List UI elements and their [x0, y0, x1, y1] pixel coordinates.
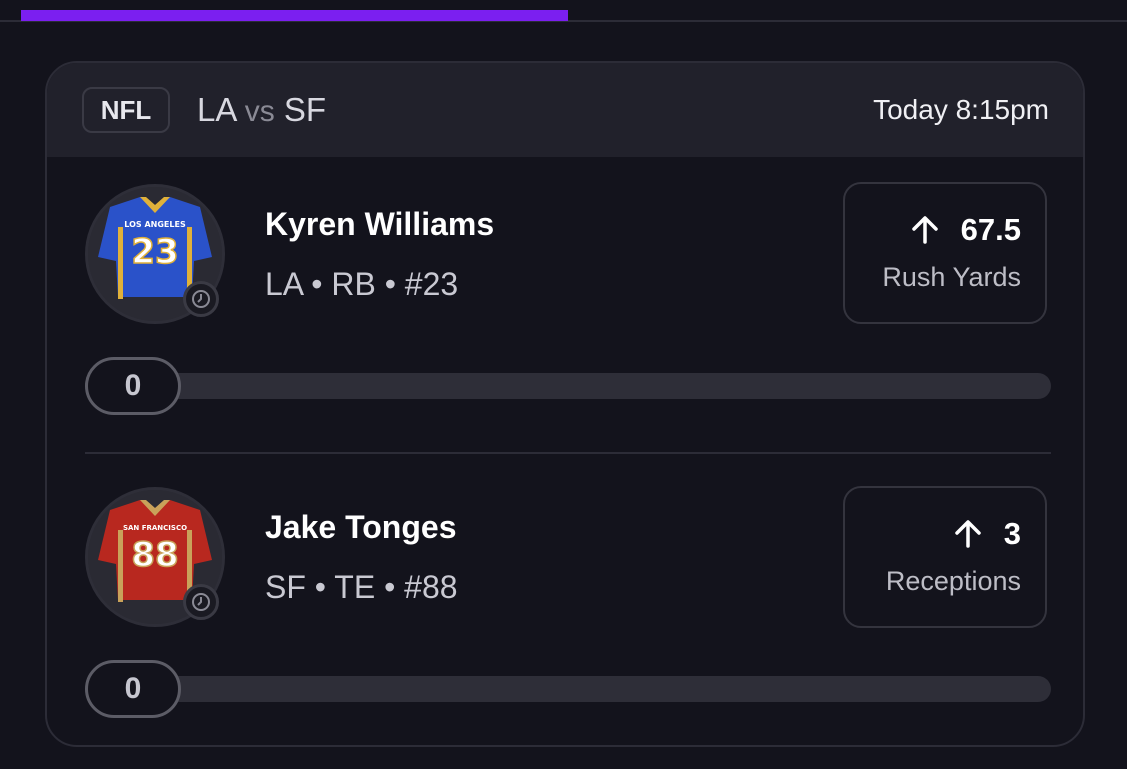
- prop-box[interactable]: 3 Receptions: [843, 486, 1047, 628]
- divider: [85, 452, 1051, 454]
- stat-progress-track: 0: [85, 660, 1051, 718]
- arrow-up-icon: [955, 520, 981, 548]
- arrow-up-icon: [911, 216, 938, 244]
- card-header: NFL LA vs SF Today 8:15pm: [47, 63, 1083, 157]
- vs-label: vs: [244, 95, 275, 128]
- prop-line: 67.5: [909, 212, 1021, 248]
- player-meta: SF • TE • #88: [265, 569, 458, 605]
- prop-line-value: 3: [1003, 516, 1021, 551]
- game-card[interactable]: NFL LA vs SF Today 8:15pm LOS ANGELES 23…: [45, 61, 1085, 747]
- svg-text:88: 88: [131, 535, 178, 575]
- clock-icon: [183, 584, 219, 620]
- prop-line-value: 67.5: [960, 212, 1021, 247]
- svg-text:LOS ANGELES: LOS ANGELES: [124, 220, 186, 229]
- away-team: LA: [197, 91, 236, 128]
- prop-stat: Rush Yards: [882, 262, 1021, 292]
- current-value-pill: 0: [85, 357, 181, 415]
- prop-box[interactable]: 67.5 Rush Yards: [843, 182, 1047, 324]
- prop-line: 3: [952, 516, 1021, 552]
- clock-icon: [183, 281, 219, 317]
- game-time: Today 8:15pm: [873, 94, 1049, 125]
- prop-stat: Receptions: [885, 566, 1021, 596]
- matchup: LA vs SF: [197, 91, 326, 129]
- svg-text:SAN FRANCISCO: SAN FRANCISCO: [123, 524, 187, 532]
- top-progress-fill: [21, 10, 568, 21]
- current-value-pill: 0: [85, 660, 181, 718]
- league-badge: NFL: [82, 87, 170, 133]
- stat-progress-track: 0: [85, 357, 1051, 415]
- home-team: SF: [283, 91, 327, 128]
- player-meta: LA • RB • #23: [265, 266, 459, 302]
- player-name[interactable]: Kyren Williams: [265, 206, 494, 243]
- player-name[interactable]: Jake Tonges: [265, 509, 456, 546]
- svg-text:23: 23: [131, 232, 178, 272]
